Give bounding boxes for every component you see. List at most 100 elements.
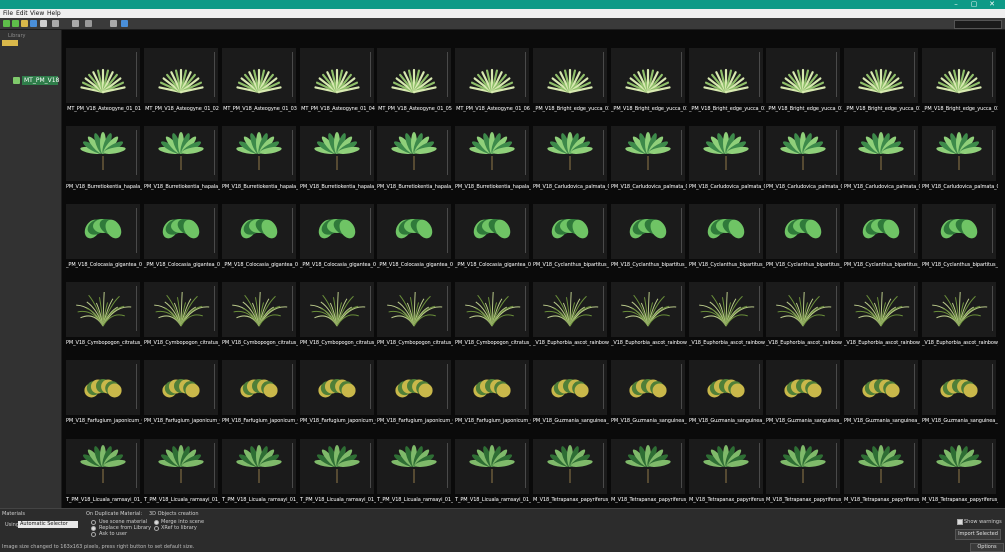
plant-thumbnail[interactable]	[455, 204, 529, 259]
thumbnail-tile[interactable]: _PM_V18_Colocasia_gigantea_01	[455, 192, 531, 268]
thumbnail-tile[interactable]: T_PM_V18_Licuala_ramsayi_01_0	[144, 427, 220, 503]
thumbnail-tile[interactable]: _PM_V18_Bright_edge_yucca_01_	[922, 36, 998, 112]
search-input[interactable]	[954, 20, 1002, 29]
plant-thumbnail[interactable]	[922, 360, 996, 415]
radio-use-scene[interactable]	[91, 520, 96, 525]
radio-xref[interactable]	[154, 526, 159, 531]
thumbnail-tile[interactable]: PM_V18_Burretiokentia_hapala_0	[377, 114, 453, 190]
thumbnail-tile[interactable]: PM_V18_Cymbopogon_citratus_01	[144, 270, 220, 346]
thumbnail-tile[interactable]: PM_V18_Guzmania_sanguinea_01	[766, 348, 842, 424]
plant-thumbnail[interactable]	[300, 360, 374, 415]
thumbnail-tile[interactable]: MT_PM_V18_Asteogyne_01_06	[455, 36, 530, 112]
plant-thumbnail[interactable]	[300, 439, 374, 494]
thumbnail-tile[interactable]: PM_V18_Cymbopogon_citratus_01	[66, 270, 142, 346]
using-select[interactable]: Automatic Selector	[18, 521, 78, 528]
plant-thumbnail[interactable]	[689, 282, 763, 337]
plant-thumbnail[interactable]	[300, 126, 374, 181]
options-button[interactable]: Options	[970, 543, 1004, 552]
plant-thumbnail[interactable]	[689, 126, 763, 181]
thumbnail-tile[interactable]: _V18_Euphorbia_ascot_rainbow_	[533, 270, 609, 346]
thumbnail-tile[interactable]: PM_V18_Burretiokentia_hapala_0	[300, 114, 376, 190]
menu-help[interactable]: Help	[47, 9, 61, 18]
thumbnail-tile[interactable]: PM_V18_Guzmania_sanguinea_01	[533, 348, 609, 424]
plant-thumbnail[interactable]	[844, 48, 918, 103]
plant-thumbnail[interactable]	[533, 439, 607, 494]
plant-thumbnail[interactable]	[766, 439, 840, 494]
plant-thumbnail[interactable]	[66, 439, 140, 494]
thumbnail-tile[interactable]: PM_V18_Farfugium_japonicum_01	[66, 348, 142, 424]
thumbnail-tile[interactable]: M_V18_Tetrapanax_papyriferus_0	[611, 427, 687, 503]
plant-thumbnail[interactable]	[611, 282, 685, 337]
folder-icon[interactable]	[21, 20, 28, 27]
thumbnail-tile[interactable]: _PM_V18_Bright_edge_yucca_01_	[844, 36, 920, 112]
plant-thumbnail[interactable]	[222, 204, 296, 259]
size-down-icon[interactable]	[52, 20, 59, 27]
plant-thumbnail[interactable]	[611, 126, 685, 181]
forward-icon[interactable]	[12, 20, 19, 27]
plant-thumbnail[interactable]	[66, 126, 140, 181]
thumbnail-tile[interactable]: PM_V18_Carludovica_palmata_01	[844, 114, 920, 190]
plant-thumbnail[interactable]	[144, 439, 218, 494]
thumbnail-tile[interactable]: PM_V18_Guzmania_sanguinea_01	[922, 348, 998, 424]
plant-thumbnail[interactable]	[377, 204, 451, 259]
thumbnail-tile[interactable]: _PM_V18_Colocasia_gigantea_01	[377, 192, 453, 268]
thumbnail-tile[interactable]: T_PM_V18_Licuala_ramsayi_01_0	[377, 427, 453, 503]
plant-thumbnail[interactable]	[66, 282, 140, 337]
plant-thumbnail[interactable]	[844, 360, 918, 415]
plant-thumbnail[interactable]	[922, 204, 996, 259]
plant-thumbnail[interactable]	[377, 439, 451, 494]
minimize-button[interactable]: –	[949, 0, 963, 9]
plant-thumbnail[interactable]	[611, 360, 685, 415]
plant-thumbnail[interactable]	[144, 204, 218, 259]
thumbnail-tile[interactable]: PM_V18_Cyclanthus_bipartitus_01	[922, 192, 998, 268]
menu-view[interactable]: View	[30, 9, 44, 18]
thumbnail-tile[interactable]: _PM_V18_Colocasia_gigantea_01	[66, 192, 142, 268]
thumbnail-tile[interactable]: PM_V18_Burretiokentia_hapala_0	[144, 114, 220, 190]
thumbnail-tile[interactable]: M_V18_Tetrapanax_papyriferus_0	[689, 427, 765, 503]
thumbnail-tile[interactable]: T_PM_V18_Licuala_ramsayi_01_0	[455, 427, 531, 503]
thumbnail-tile[interactable]: _PM_V18_Bright_edge_yucca_01_	[689, 36, 765, 112]
plant-thumbnail[interactable]	[144, 282, 218, 337]
plant-thumbnail[interactable]	[222, 126, 296, 181]
plant-thumbnail[interactable]	[533, 126, 607, 181]
radio-replace[interactable]	[91, 526, 96, 531]
menu-edit[interactable]: Edit	[16, 9, 28, 18]
plant-thumbnail[interactable]	[377, 126, 451, 181]
thumbnail-tile[interactable]: M_V18_Tetrapanax_papyriferus_0	[844, 427, 920, 503]
plant-thumbnail[interactable]	[922, 126, 996, 181]
thumbnail-tile[interactable]: PM_V18_Cymbopogon_citratus_01	[455, 270, 531, 346]
menu-file[interactable]: File	[3, 9, 13, 18]
plant-thumbnail[interactable]	[377, 360, 451, 415]
help-icon[interactable]	[121, 20, 128, 27]
plant-thumbnail[interactable]	[377, 282, 451, 337]
close-button[interactable]: ✕	[985, 0, 999, 9]
thumbnail-tile[interactable]: T_PM_V18_Licuala_ramsayi_01_0	[222, 427, 298, 503]
plant-thumbnail[interactable]	[844, 439, 918, 494]
thumbnail-tile[interactable]: PM_V18_Guzmania_sanguinea_01	[689, 348, 765, 424]
plant-thumbnail[interactable]	[300, 282, 374, 337]
search-icon[interactable]	[110, 20, 117, 27]
thumbnail-tile[interactable]: PM_V18_Farfugium_japonicum_01	[222, 348, 298, 424]
plant-thumbnail[interactable]	[222, 439, 296, 494]
plant-thumbnail[interactable]	[455, 126, 529, 181]
thumbnail-tile[interactable]: _PM_V18_Bright_edge_yucca_01_	[611, 36, 687, 112]
thumbnail-tile[interactable]: PM_V18_Cyclanthus_bipartitus_01	[611, 192, 687, 268]
refresh-icon[interactable]	[30, 20, 37, 27]
thumbnail-tile[interactable]: PM_V18_Cyclanthus_bipartitus_01	[766, 192, 842, 268]
plant-thumbnail[interactable]	[533, 360, 607, 415]
plant-thumbnail[interactable]	[689, 360, 763, 415]
plant-thumbnail[interactable]	[766, 204, 840, 259]
plant-thumbnail[interactable]	[455, 360, 529, 415]
maximize-button[interactable]: ▢	[967, 0, 981, 9]
thumbnail-tile[interactable]: _V18_Euphorbia_ascot_rainbow_	[611, 270, 687, 346]
plant-thumbnail[interactable]	[689, 48, 763, 103]
plant-thumbnail[interactable]	[300, 48, 374, 103]
plant-thumbnail[interactable]	[455, 282, 529, 337]
thumbnail-tile[interactable]: PM_V18_Farfugium_japonicum_01	[377, 348, 453, 424]
thumbnail-tile[interactable]: PM_V18_Farfugium_japonicum_01	[300, 348, 376, 424]
thumbnail-tile[interactable]: M_V18_Tetrapanax_papyriferus_0	[766, 427, 842, 503]
thumbnail-tile[interactable]: T_PM_V18_Licuala_ramsayi_01_0	[300, 427, 376, 503]
plant-thumbnail[interactable]	[766, 126, 840, 181]
plant-thumbnail[interactable]	[66, 48, 140, 103]
thumbnail-tile[interactable]: _V18_Euphorbia_ascot_rainbow_	[922, 270, 998, 346]
